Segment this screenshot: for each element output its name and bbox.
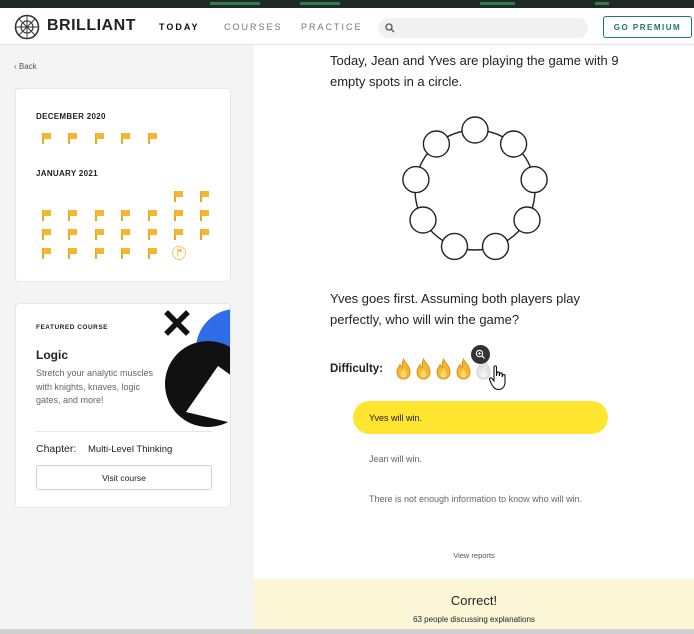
- top-navigation: BRILLIANT TODAY COURSES PRACTICE GO PREM…: [0, 8, 694, 45]
- hand-cursor-icon: [488, 365, 506, 391]
- answer-option-jean[interactable]: Jean will win.: [353, 449, 608, 469]
- streak-flag-icon: [121, 248, 130, 259]
- chapter-label: Chapter:: [36, 443, 77, 455]
- streak-flag-icon: [68, 248, 77, 259]
- streak-flag-icon: [42, 229, 51, 240]
- empty-spot: [422, 130, 451, 158]
- problem-panel: Today, Jean and Yves are playing the gam…: [254, 45, 694, 634]
- streak-flag-icon: [200, 229, 209, 240]
- course-title: Logic: [36, 348, 68, 362]
- streak-flag-icon: [200, 210, 209, 221]
- month-label-december: DECEMBER 2020: [36, 112, 106, 121]
- search-icon: [385, 23, 395, 33]
- answer-option-yves[interactable]: Yves will win.: [353, 401, 608, 434]
- nav-practice[interactable]: PRACTICE: [301, 22, 363, 32]
- streak-flag-icon: [95, 229, 104, 240]
- nine-spot-circle-diagram: [402, 116, 548, 261]
- browser-tab-strip: [0, 0, 694, 8]
- empty-spot: [409, 206, 437, 234]
- streak-flag-icon: [121, 133, 130, 144]
- streak-flag-icon: [121, 229, 130, 240]
- empty-spot: [481, 232, 510, 261]
- course-divider: [36, 431, 212, 432]
- flame-filled-icon: [435, 357, 452, 380]
- nav-courses[interactable]: COURSES: [224, 22, 283, 32]
- empty-spot: [520, 165, 548, 194]
- streak-flag-icon: [148, 210, 157, 221]
- empty-spot: [440, 232, 469, 261]
- flame-filled-icon: [395, 357, 412, 380]
- view-reports-link[interactable]: View reports: [254, 551, 694, 560]
- nav-today[interactable]: TODAY: [159, 22, 200, 32]
- empty-spot: [499, 130, 528, 158]
- streak-flag-icon: [42, 248, 51, 259]
- empty-spot: [513, 206, 541, 234]
- flame-filled-icon: [455, 357, 472, 380]
- result-title: Correct!: [450, 593, 498, 608]
- streak-flag-icon: [174, 191, 183, 202]
- streak-flag-icon: [95, 133, 104, 144]
- discussion-link[interactable]: 63 people discussing explanations: [254, 615, 694, 624]
- streak-flag-icon: [95, 210, 104, 221]
- streak-flag-icon: [174, 229, 183, 240]
- streak-flag-icon: [174, 210, 183, 221]
- result-banner: Correct! 63 people discussing explanatio…: [254, 579, 694, 634]
- streak-flag-icon: [42, 210, 51, 221]
- streak-flag-icon: [148, 133, 157, 144]
- go-premium-button[interactable]: GO PREMIUM: [603, 16, 692, 38]
- brilliant-logo-icon[interactable]: [14, 14, 40, 40]
- chapter-name: Multi-Level Thinking: [88, 444, 173, 455]
- streak-flag-icon: [148, 248, 157, 259]
- window-bottom-edge: [0, 629, 694, 634]
- month-label-january: JANUARY 2021: [36, 169, 98, 178]
- zoom-icon[interactable]: [471, 345, 490, 364]
- problem-intro: Today, Jean and Yves are playing the gam…: [330, 53, 619, 89]
- difficulty-label: Difficulty:: [330, 363, 384, 375]
- brilliant-logo-text[interactable]: BRILLIANT: [47, 17, 136, 35]
- problem-question: Yves goes first. Assuming both players p…: [330, 291, 581, 327]
- streak-flag-icon: [42, 133, 51, 144]
- streak-flag-icon: [200, 191, 209, 202]
- featured-course-card: FEATURED COURSE Logic Stretch your analy…: [15, 303, 231, 508]
- streak-calendar: DECEMBER 2020 JANUARY 2021: [15, 88, 231, 282]
- search-input[interactable]: [378, 18, 588, 38]
- empty-spot: [402, 165, 430, 194]
- streak-flag-icon: [68, 210, 77, 221]
- empty-spot: [461, 116, 489, 144]
- streak-flag-icon: [148, 229, 157, 240]
- back-link[interactable]: ‹ Back: [14, 62, 37, 71]
- featured-course-label: FEATURED COURSE: [36, 324, 109, 331]
- streak-flag-icon: [68, 133, 77, 144]
- streak-flag-icon: [95, 248, 104, 259]
- course-description: Stretch your analytic muscles with knigh…: [36, 368, 154, 405]
- flame-filled-icon: [415, 357, 432, 380]
- visit-course-button[interactable]: Visit course: [36, 465, 212, 490]
- logic-course-art-icon: [164, 309, 230, 427]
- streak-flag-icon: [121, 210, 130, 221]
- streak-flag-icon: [68, 229, 77, 240]
- today-flag-icon: [172, 246, 186, 260]
- answer-option-not-enough-info[interactable]: There is not enough information to know …: [353, 489, 588, 509]
